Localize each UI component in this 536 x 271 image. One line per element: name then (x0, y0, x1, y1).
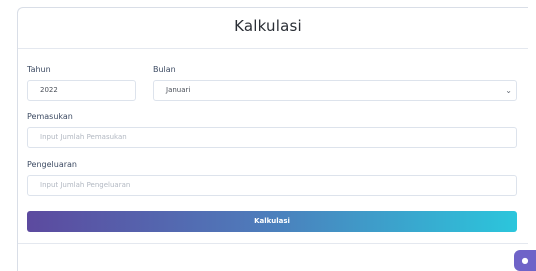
year-input[interactable]: 2022 (27, 80, 136, 101)
year-label: Tahun (27, 65, 51, 74)
month-selected-value: Januari (166, 86, 191, 94)
title-divider (18, 48, 528, 49)
page: Kalkulasi Tahun 2022 Bulan Januari ⌄ Pem… (0, 0, 536, 271)
income-input[interactable]: Input Jumlah Pemasukan (27, 127, 517, 148)
income-label: Pemasukan (27, 112, 73, 121)
month-label: Bulan (153, 65, 176, 74)
month-select[interactable]: Januari ⌄ (153, 80, 517, 101)
page-title: Kalkulasi (234, 17, 302, 35)
chat-icon: ● (521, 256, 529, 265)
calculate-button[interactable]: Kalkulasi (27, 211, 517, 232)
year-value: 2022 (40, 86, 58, 94)
bottom-divider (18, 243, 528, 244)
income-placeholder: Input Jumlah Pemasukan (40, 133, 127, 141)
expense-placeholder: Input Jumlah Pengeluaran (40, 181, 131, 189)
expense-input[interactable]: Input Jumlah Pengeluaran (27, 175, 517, 196)
chevron-down-icon: ⌄ (505, 86, 512, 95)
floating-action-button[interactable]: ● (514, 250, 536, 271)
expense-label: Pengeluaran (27, 160, 77, 169)
